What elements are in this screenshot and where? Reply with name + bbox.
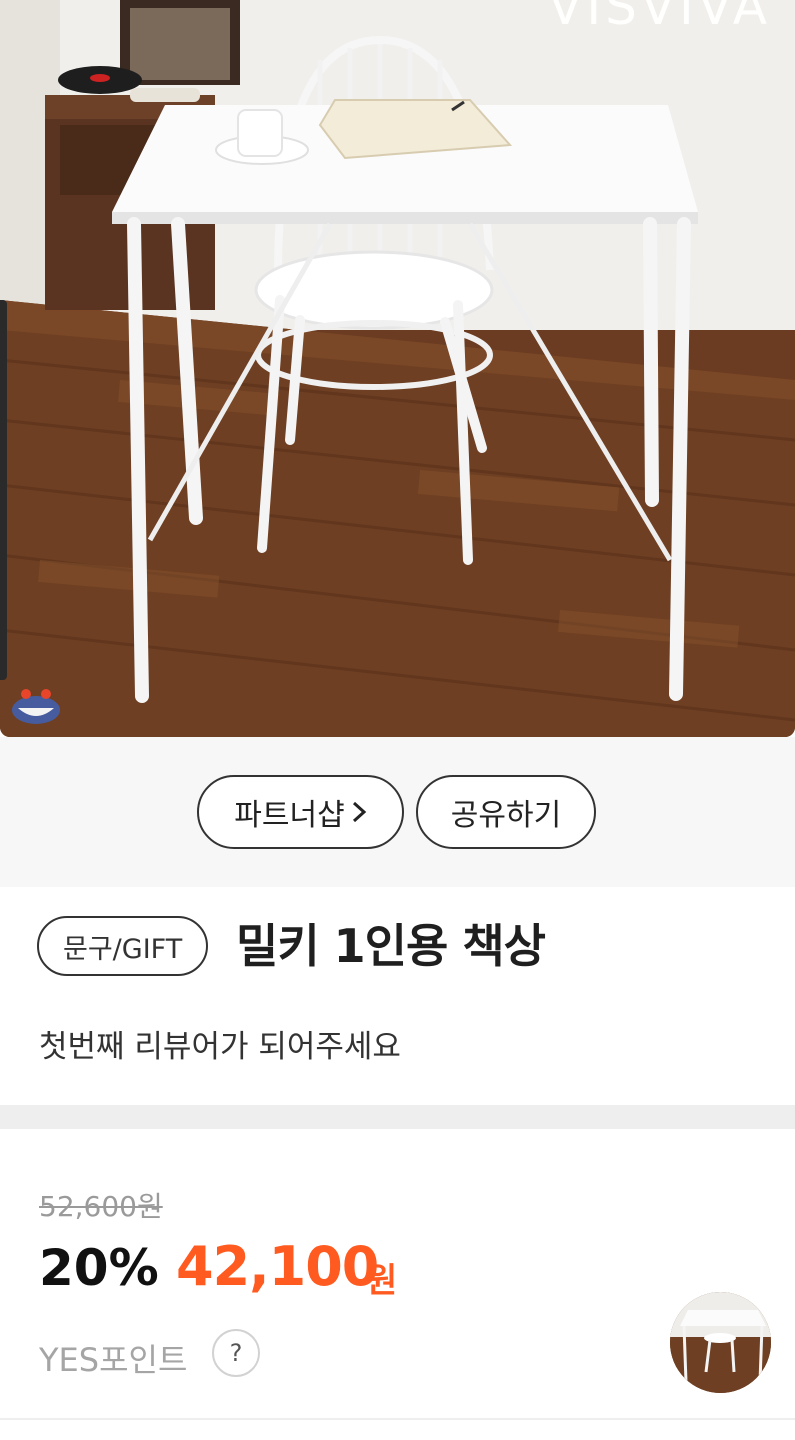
section-divider <box>0 1105 795 1129</box>
floating-mascot-icon[interactable] <box>8 680 64 726</box>
brand-watermark: VISVIVA <box>548 0 771 36</box>
product-image[interactable]: VISVIVA <box>0 0 795 737</box>
product-title: 밀키 1인용 책상 <box>236 919 546 973</box>
product-action-bar: 파트너샵 공유하기 <box>0 737 795 887</box>
original-price: 52,600원 <box>39 1190 163 1223</box>
currency-unit: 원 <box>366 1261 398 1301</box>
bottom-divider <box>0 1418 795 1440</box>
product-info: 문구/GIFT 밀키 1인용 책상 첫번째 리뷰어가 되어주세요 <box>0 887 795 1105</box>
price-section: 52,600원 20% 42,100 원 YES포인트 ? <box>0 1129 795 1419</box>
partner-shop-button[interactable]: 파트너샵 <box>197 775 404 849</box>
yes-points-label: YES포인트 <box>39 1341 188 1379</box>
product-photo <box>0 0 795 737</box>
thumbnail-photo <box>670 1292 771 1393</box>
side-drawer-handle[interactable] <box>0 300 7 680</box>
share-button[interactable]: 공유하기 <box>416 775 596 849</box>
points-help-button[interactable]: ? <box>212 1329 260 1377</box>
share-label: 공유하기 <box>450 798 562 833</box>
chevron-right-icon <box>352 801 366 823</box>
category-chip[interactable]: 문구/GIFT <box>37 916 209 976</box>
review-prompt-link[interactable]: 첫번째 리뷰어가 되어주세요 <box>39 1021 401 1066</box>
partner-shop-label: 파트너샵 <box>234 798 345 833</box>
sale-price: 42,100 <box>176 1235 379 1298</box>
discount-rate: 20% <box>39 1239 159 1297</box>
product-thumbnail[interactable] <box>670 1292 771 1393</box>
